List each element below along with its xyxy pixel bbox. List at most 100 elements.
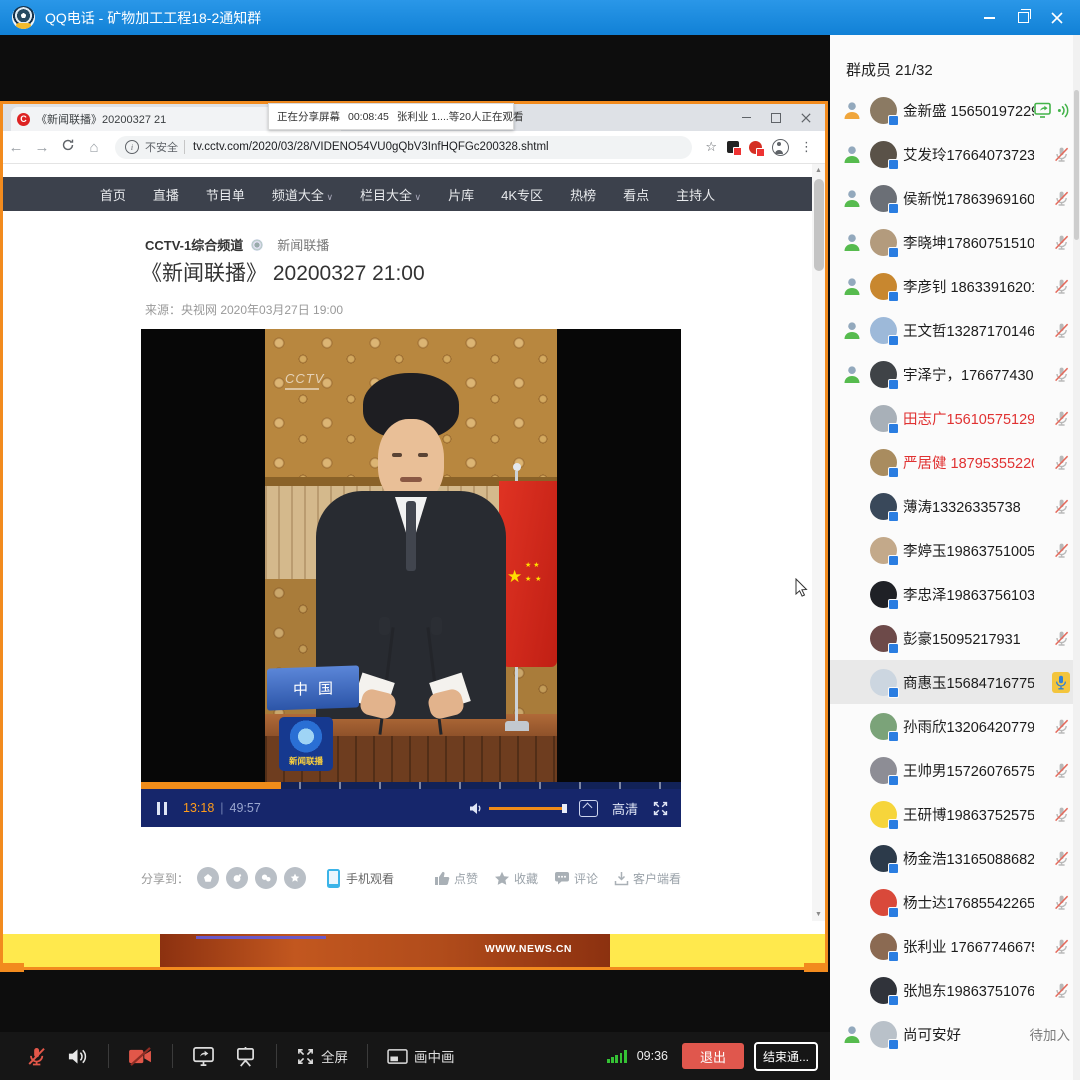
browser-scrollbar[interactable]: ▲ ▼ xyxy=(812,164,825,921)
member-row[interactable]: 宇泽宁，17667743090 xyxy=(830,352,1080,396)
mobile-phone-icon[interactable] xyxy=(327,869,340,888)
member-row[interactable]: 张利业 17667746675 xyxy=(830,924,1080,968)
profile-icon[interactable] xyxy=(772,139,789,156)
nav-item[interactable]: 主持人 xyxy=(676,185,715,204)
mobile-online-badge-icon xyxy=(888,599,899,610)
ad-banner[interactable]: WWW.NEWS.CN xyxy=(3,934,825,967)
member-row[interactable]: 王帅男15726076575 xyxy=(830,748,1080,792)
scroll-up-icon[interactable]: ▲ xyxy=(812,164,825,177)
restore-button[interactable] xyxy=(1006,0,1040,35)
member-row[interactable]: 彭豪15095217931 xyxy=(830,616,1080,660)
member-row[interactable]: 侯新悦17863969160 xyxy=(830,176,1080,220)
member-row[interactable]: 金新盛 15650197229 xyxy=(830,88,1080,132)
nav-item[interactable]: 首页 xyxy=(100,185,126,204)
scrollbar-thumb[interactable] xyxy=(814,179,824,271)
channel-name[interactable]: CCTV-1综合频道 xyxy=(145,235,243,254)
action-thumb[interactable]: 点赞 xyxy=(434,870,478,887)
member-row[interactable]: 艾发玲17664073723 xyxy=(830,132,1080,176)
member-row[interactable]: 李婷玉19863751005 xyxy=(830,528,1080,572)
member-row[interactable]: 商惠玉15684716775 xyxy=(830,660,1080,704)
back-button[interactable]: ← xyxy=(3,139,29,156)
nav-item[interactable]: 直播 xyxy=(153,185,179,204)
ad-banner-image[interactable]: WWW.NEWS.CN xyxy=(160,934,610,967)
member-row[interactable]: 王研博19863752575 xyxy=(830,792,1080,836)
microphone-muted-button[interactable] xyxy=(26,1046,47,1067)
member-row[interactable]: 王文哲13287170146 xyxy=(830,308,1080,352)
weibo-share-icon[interactable] xyxy=(226,867,248,889)
nav-item[interactable]: 热榜 xyxy=(570,185,596,204)
member-row[interactable]: 杨士达17685542265 xyxy=(830,880,1080,924)
nav-item[interactable]: 4K专区 xyxy=(501,185,543,204)
share-border-corner xyxy=(0,963,24,972)
program-name[interactable]: 新闻联播 xyxy=(277,235,329,254)
browser-menu-icon[interactable]: ⋮ xyxy=(800,139,813,155)
player-settings-icon[interactable] xyxy=(579,800,598,817)
member-status-icons xyxy=(1034,938,1070,955)
volume-control[interactable] xyxy=(469,802,565,815)
fullscreen-button[interactable]: 全屏 xyxy=(296,1046,348,1066)
member-row[interactable]: 孙雨欣13206420779 xyxy=(830,704,1080,748)
quality-label[interactable]: 高清 xyxy=(612,799,638,818)
member-row[interactable]: 李忠泽19863756103 xyxy=(830,572,1080,616)
action-client[interactable]: 客户端看 xyxy=(614,870,681,887)
reload-button[interactable] xyxy=(55,138,81,156)
share-screen-button[interactable] xyxy=(192,1046,215,1067)
member-row[interactable]: 尚可安好 待加入 xyxy=(830,1012,1080,1056)
member-row[interactable]: 杨金浩13165088682 xyxy=(830,836,1080,880)
fullscreen-icon[interactable] xyxy=(652,800,669,817)
avatar xyxy=(870,537,897,564)
mobile-online-badge-icon xyxy=(888,1039,899,1050)
forward-button[interactable]: → xyxy=(29,139,55,156)
member-row[interactable]: 严居健 18795355220 xyxy=(830,440,1080,484)
nav-item[interactable]: 节目单 xyxy=(206,185,245,204)
browser-close-button[interactable] xyxy=(791,104,821,131)
whiteboard-button[interactable] xyxy=(234,1046,257,1067)
browser-maximize-button[interactable] xyxy=(761,104,791,131)
favorite-share-icon[interactable] xyxy=(284,867,306,889)
bookmark-star-icon[interactable]: ☆ xyxy=(705,139,717,155)
nav-item[interactable]: 频道大全 ∨ xyxy=(272,185,333,204)
action-star[interactable]: 收藏 xyxy=(494,870,538,887)
sidebar-scrollbar-thumb[interactable] xyxy=(1074,90,1079,240)
video-player[interactable]: 中国 新闻联播 CCTV 13:18|49:57 xyxy=(141,329,681,827)
speaker-button[interactable] xyxy=(66,1046,89,1067)
extension-icon[interactable] xyxy=(727,141,739,153)
site-info-icon[interactable]: i xyxy=(125,140,139,154)
member-row[interactable]: 李晓坤17860751510 xyxy=(830,220,1080,264)
person-presence-icon xyxy=(842,144,862,164)
mobile-watch-label[interactable]: 手机观看 xyxy=(346,870,394,887)
action-comment[interactable]: 评论 xyxy=(554,870,598,887)
qzone-share-icon[interactable] xyxy=(197,867,219,889)
browser-minimize-button[interactable] xyxy=(731,104,761,131)
scroll-down-icon[interactable]: ▼ xyxy=(812,908,825,921)
volume-slider[interactable] xyxy=(489,807,565,810)
nav-item[interactable]: 片库 xyxy=(448,185,474,204)
url-field[interactable]: i 不安全 tv.cctv.com/2020/03/28/VIDENO54VU0… xyxy=(115,136,692,159)
bookmarks-strip xyxy=(3,164,825,177)
mobile-online-badge-icon xyxy=(888,819,899,830)
pause-button[interactable] xyxy=(157,802,167,815)
nav-item[interactable]: 栏目大全 ∨ xyxy=(360,185,421,204)
member-row[interactable]: 李彦钊 18633916201 xyxy=(830,264,1080,308)
sidebar-scrollbar[interactable] xyxy=(1073,35,1080,1080)
close-button[interactable] xyxy=(1040,0,1074,35)
camera-off-button[interactable] xyxy=(128,1047,153,1066)
nav-item[interactable]: 看点 xyxy=(623,185,649,204)
home-button[interactable]: ⌂ xyxy=(81,139,107,156)
minimize-button[interactable] xyxy=(972,0,1006,35)
member-row[interactable]: 张旭东19863751076 xyxy=(830,968,1080,1012)
source-line: 来源：央视网 2020年03月27日 19:00 xyxy=(145,301,343,318)
seek-bar[interactable] xyxy=(141,782,681,789)
breadcrumb: CCTV-1综合频道 新闻联播 xyxy=(145,235,329,254)
wechat-share-icon[interactable] xyxy=(255,867,277,889)
end-call-button[interactable]: 结束通... xyxy=(754,1042,818,1071)
toolbar-divider xyxy=(172,1044,173,1068)
exit-button[interactable]: 退出 xyxy=(682,1043,744,1069)
china-flag xyxy=(499,481,557,667)
member-row[interactable]: 薄涛13326335738 xyxy=(830,484,1080,528)
minimize-icon xyxy=(984,17,995,19)
pip-button[interactable]: 画中画 xyxy=(387,1046,455,1066)
member-row[interactable]: 田志广15610575129 xyxy=(830,396,1080,440)
member-name: 王研博19863752575 xyxy=(903,804,1034,825)
extension-icon-2[interactable] xyxy=(749,141,762,154)
